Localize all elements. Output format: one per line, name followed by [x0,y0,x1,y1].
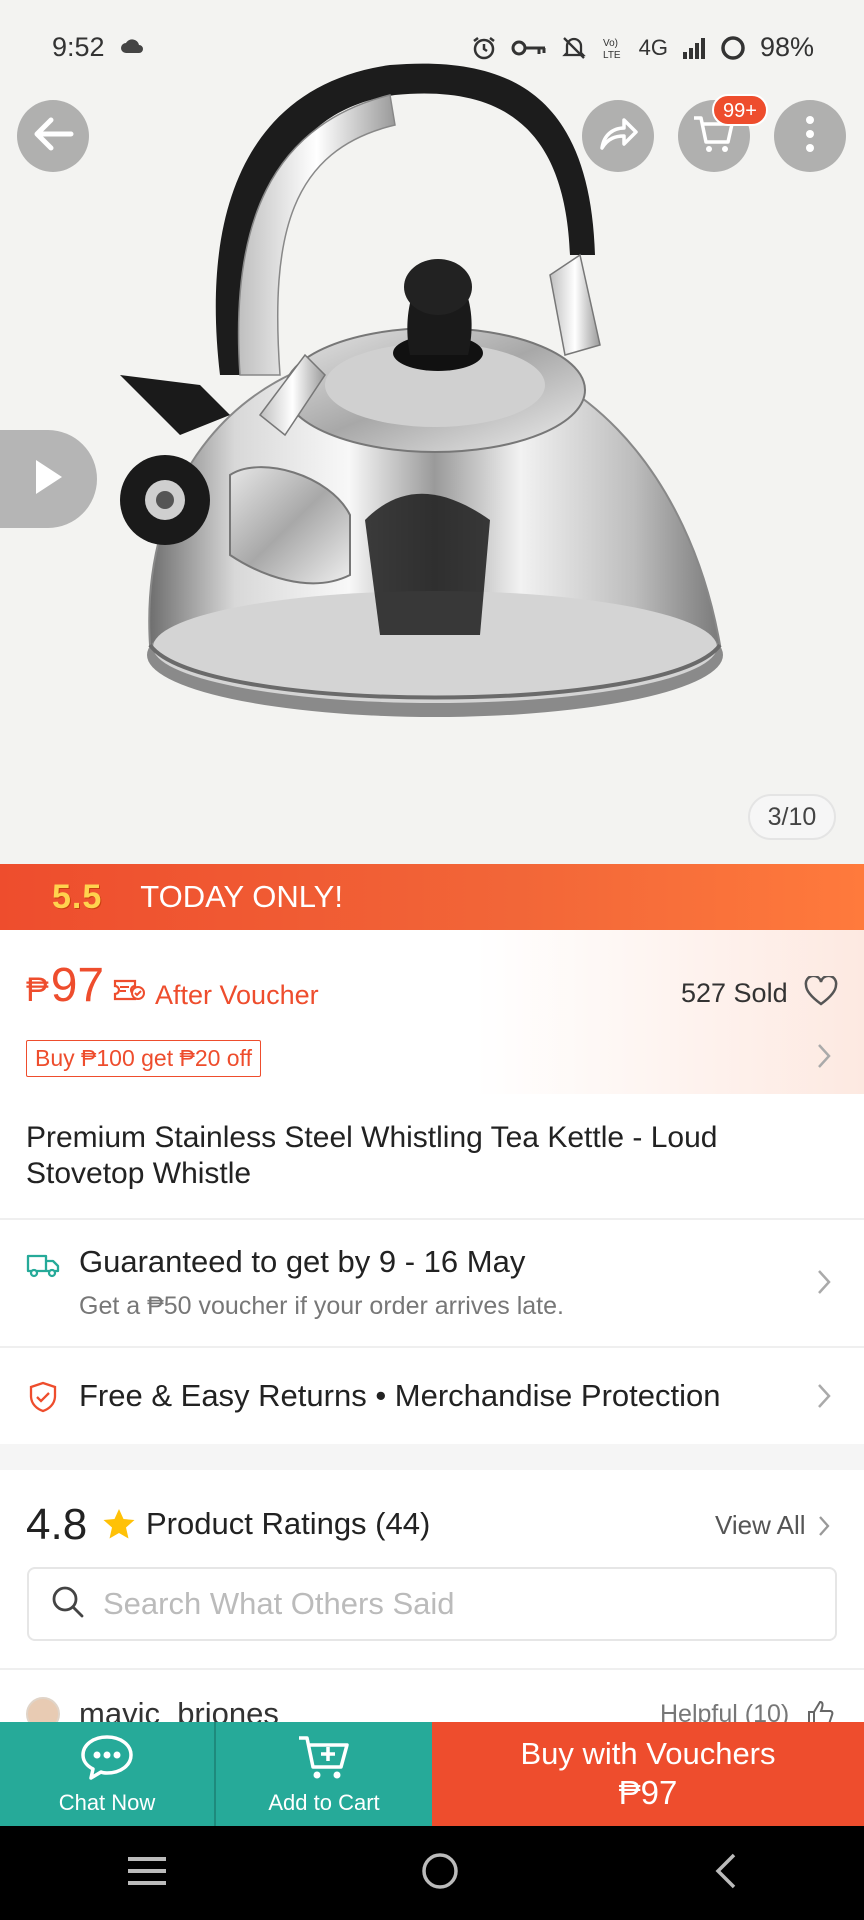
more-vertical-icon [804,114,816,159]
add-to-cart-button[interactable]: Add to Cart [216,1722,432,1826]
deal-tag[interactable]: Buy ₱100 get ₱20 off [26,1040,261,1077]
system-nav-bar [0,1826,864,1920]
chevron-right-icon[interactable] [816,1042,832,1075]
home-icon[interactable] [420,1851,460,1896]
divider [0,1218,864,1220]
cloud-icon [120,38,144,59]
search-icon [51,1585,85,1624]
back-button[interactable] [17,100,89,172]
sold-count: 527 Sold [681,978,788,1008]
buy-with-vouchers-button[interactable]: Buy with Vouchers ₱97 [432,1722,864,1826]
voucher-icon [113,978,145,1007]
key-icon [511,38,547,58]
after-voucher-label: After Voucher [155,980,319,1010]
review-search-box[interactable] [27,1567,837,1641]
section-gap [0,1444,864,1470]
alarm-icon [471,35,497,61]
more-options-button[interactable] [774,100,846,172]
product-title: Premium Stainless Steel Whistling Tea Ke… [26,1121,718,1190]
chat-bubble-icon [79,1733,135,1786]
status-icons: Vo) LTE 4G 98% [471,32,814,63]
star-icon [102,1508,136,1545]
bottom-action-bar: Chat Now Add to Cart Buy with Vouchers ₱… [0,1722,864,1826]
signal-icon [682,36,706,60]
product-image [120,63,723,717]
battery-icon [720,35,746,61]
buy-label: Buy with Vouchers [520,1736,776,1771]
review-search-input[interactable] [103,1586,803,1622]
shield-check-icon [28,1381,58,1418]
chat-now-button[interactable]: Chat Now [0,1722,216,1826]
share-icon [596,116,640,157]
price-amount: 97 [50,959,105,1012]
status-bar: 9:52 Vo) LTE 4G 98% [0,0,864,100]
promo-text: TODAY ONLY! [140,879,343,914]
image-counter: 3/10 [748,794,836,840]
view-all-label: View All [715,1510,806,1540]
battery-percent: 98% [759,32,814,62]
flash-sale-banner: 5.5 TODAY ONLY! [0,864,864,930]
chevron-right-icon[interactable] [816,1268,832,1301]
chat-now-label: Chat Now [58,1790,156,1815]
add-cart-icon [296,1733,352,1786]
price: ₱ 97 [26,958,104,1013]
price-section: ₱ 97 After Voucher 527 Sold Buy ₱100 get… [0,930,864,1094]
volte-icon: Vo) LTE [601,35,625,61]
play-video-button[interactable] [0,430,97,528]
play-icon [34,458,64,501]
share-button[interactable] [582,100,654,172]
shipping-voucher-note: Get a ₱50 voucher if your order arrives … [79,1292,564,1320]
back-arrow-icon [31,116,75,157]
promo-tag: 5.5 [52,877,103,916]
divider [0,1668,864,1670]
price-currency: ₱ [26,971,49,1009]
buy-price: ₱97 [618,1774,678,1811]
product-image-carousel[interactable]: 9:52 Vo) LTE 4G 98% 99+ 3/10 [0,0,864,864]
heart-icon[interactable] [804,974,838,1011]
mute-icon [561,35,587,61]
network-type: 4G [638,34,668,60]
recent-apps-icon[interactable] [126,1854,168,1893]
view-all-ratings-link[interactable]: View All [715,1510,831,1541]
cart-badge: 99+ [712,94,768,126]
shipping-guarantee[interactable]: Guaranteed to get by 9 - 16 May [79,1244,525,1280]
add-to-cart-label: Add to Cart [268,1790,380,1815]
chevron-right-icon [818,1516,830,1536]
cart-button[interactable]: 99+ [678,94,768,172]
status-time: 9:52 [52,32,105,62]
divider [0,1346,864,1348]
ratings-label: Product Ratings (44) [146,1506,431,1541]
svg-text:LTE: LTE [603,50,621,61]
truck-icon [26,1252,60,1283]
rating-score: 4.8 [26,1500,88,1549]
system-back-icon[interactable] [712,1851,738,1896]
returns-protection[interactable]: Free & Easy Returns • Merchandise Protec… [79,1378,720,1414]
svg-text:Vo): Vo) [603,38,618,49]
chevron-right-icon[interactable] [816,1382,832,1415]
